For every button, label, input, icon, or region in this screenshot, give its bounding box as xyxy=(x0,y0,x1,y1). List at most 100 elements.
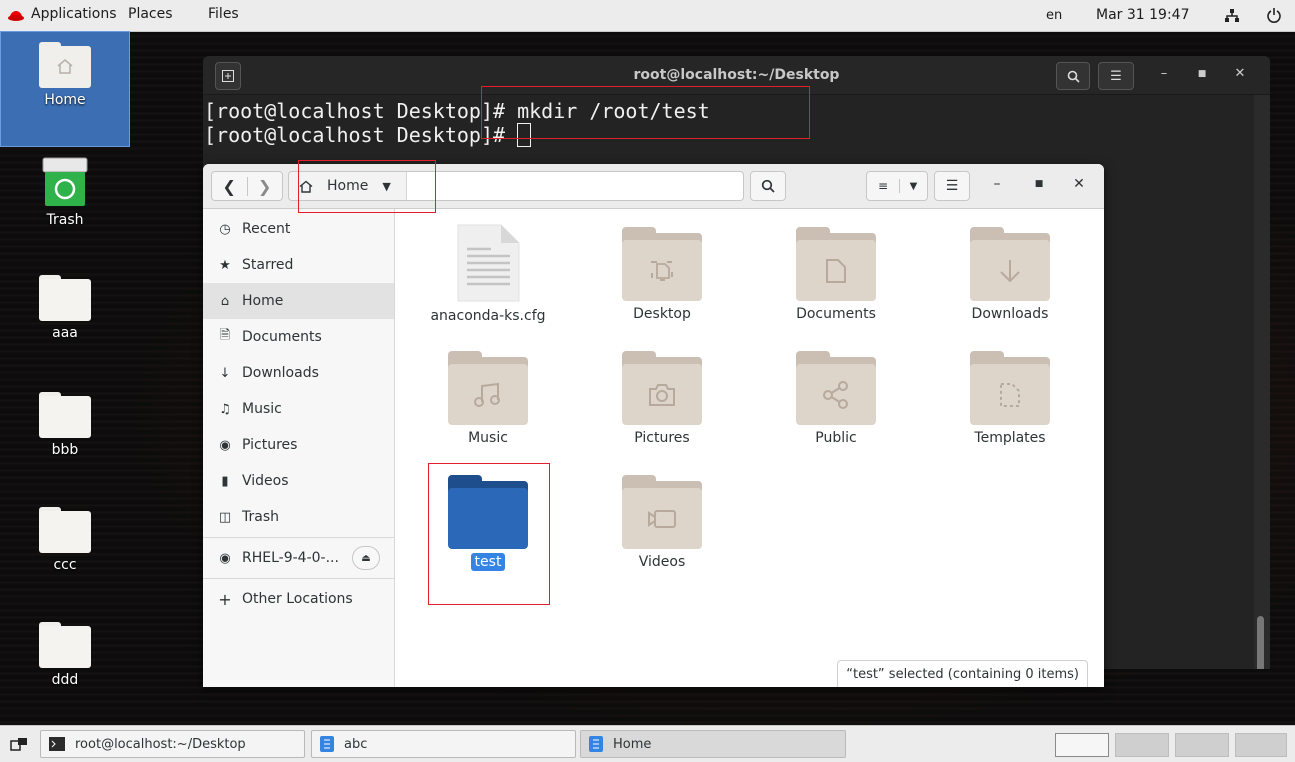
home-icon: ⌂ xyxy=(220,293,230,309)
document-icon: 🗎 xyxy=(219,328,231,343)
list-view-icon[interactable]: ≡ xyxy=(867,179,900,193)
network-icon[interactable] xyxy=(1224,8,1240,24)
applications-menu[interactable]: Applications xyxy=(31,6,117,22)
trash-icon: ◫ xyxy=(218,509,232,525)
files-window[interactable]: ❮ ❯ Home ▼ ≡ ▼ ☰ – ■ ✕ ◷ Recent ★ Starred … xyxy=(203,164,1104,687)
desktop-icon-home[interactable]: Home xyxy=(0,31,130,147)
path-bar[interactable]: Home ▼ xyxy=(288,171,744,201)
sidebar-item-recent[interactable]: ◷ Recent xyxy=(203,211,394,247)
workspace-3[interactable] xyxy=(1175,733,1229,757)
desktop-icon-label: ddd xyxy=(51,672,79,688)
star-icon: ★ xyxy=(219,257,231,273)
task-label: Home xyxy=(613,736,652,752)
music-folder-icon xyxy=(448,351,528,425)
sidebar-item-label: Documents xyxy=(242,329,322,345)
sidebar-item-downloads[interactable]: ↓ Downloads xyxy=(203,355,394,391)
sidebar-item-label: Home xyxy=(242,293,284,309)
home-icon xyxy=(299,180,313,193)
task-terminal[interactable]: root@localhost:~/Desktop xyxy=(40,730,305,758)
file-manager-icon xyxy=(320,736,334,752)
forward-button[interactable]: ❯ xyxy=(248,177,283,196)
terminal-search-button[interactable] xyxy=(1056,62,1090,90)
places-menu[interactable]: Places xyxy=(128,6,173,22)
file-item-pictures[interactable]: Pictures xyxy=(575,351,749,447)
terminal-cursor xyxy=(517,123,532,147)
sidebar-item-starred[interactable]: ★ Starred xyxy=(203,247,394,283)
nav-buttons: ❮ ❯ xyxy=(211,171,283,201)
sidebar-item-pictures[interactable]: ◉ Pictures xyxy=(203,427,394,463)
file-name: Public xyxy=(815,430,857,446)
disc-icon: ◉ xyxy=(219,550,231,566)
file-item-anaconda-ks[interactable]: anaconda-ks.cfg xyxy=(401,223,575,325)
workspace-1[interactable] xyxy=(1055,733,1109,757)
eject-button[interactable]: ⏏ xyxy=(352,546,380,570)
chevron-down-icon: ▼ xyxy=(382,179,391,193)
file-item-videos[interactable]: Videos xyxy=(575,475,749,571)
file-name: Music xyxy=(468,430,508,446)
show-desktop-icon[interactable] xyxy=(10,737,28,751)
file-item-documents[interactable]: Documents xyxy=(749,227,923,323)
path-home-button[interactable]: Home ▼ xyxy=(289,172,407,200)
desktop-icon-ccc[interactable]: ccc xyxy=(1,507,129,573)
back-button[interactable]: ❮ xyxy=(212,176,248,196)
task-abc[interactable]: abc xyxy=(311,730,576,758)
workspace-2[interactable] xyxy=(1115,733,1169,757)
terminal-scrollbar[interactable] xyxy=(1257,616,1264,669)
sidebar-item-home[interactable]: ⌂ Home xyxy=(203,283,394,319)
desktop-icon-bbb[interactable]: bbb xyxy=(1,392,129,458)
file-grid[interactable]: anaconda-ks.cfg Desktop Documents Downlo… xyxy=(395,209,1104,687)
power-icon[interactable] xyxy=(1266,7,1282,23)
close-button[interactable]: ✕ xyxy=(1069,176,1089,192)
sidebar-item-label: Starred xyxy=(242,257,294,273)
task-home[interactable]: Home xyxy=(580,730,846,758)
clock[interactable]: Mar 31 19:47 xyxy=(1096,7,1189,23)
file-name: Videos xyxy=(638,554,686,570)
files-search-button[interactable] xyxy=(750,171,786,201)
maximize-button[interactable]: ■ xyxy=(1029,179,1049,189)
sidebar-item-rhel-disc[interactable]: ◉ RHEL-9-4-0-... ⏏ xyxy=(203,540,394,576)
templates-folder-icon xyxy=(970,351,1050,425)
minimize-button[interactable]: – xyxy=(987,176,1007,192)
maximize-button[interactable]: ■ xyxy=(1193,69,1211,87)
desktop-icon-trash[interactable]: Trash xyxy=(1,156,129,228)
view-options-chevron-icon[interactable]: ▼ xyxy=(900,181,927,192)
redhat-logo-icon xyxy=(8,11,24,21)
sidebar-item-music[interactable]: ♫ Music xyxy=(203,391,394,427)
file-item-downloads[interactable]: Downloads xyxy=(923,227,1097,323)
top-bar: Applications Places Files en Mar 31 19:4… xyxy=(0,0,1295,32)
task-label: root@localhost:~/Desktop xyxy=(75,736,246,752)
workspace-4[interactable] xyxy=(1235,733,1287,757)
desktop-icon-label: aaa xyxy=(52,325,78,341)
status-bar: “test” selected (containing 0 items) xyxy=(837,660,1088,687)
clock-icon: ◷ xyxy=(219,221,231,237)
file-item-test[interactable]: test xyxy=(401,475,575,571)
language-indicator[interactable]: en xyxy=(1046,8,1062,23)
minimize-button[interactable]: – xyxy=(1155,66,1173,84)
camera-icon: ◉ xyxy=(219,437,231,453)
desktop-icon-aaa[interactable]: aaa xyxy=(1,275,129,341)
terminal-prompt: [root@localhost Desktop]# xyxy=(204,123,518,147)
text-file-icon xyxy=(457,224,520,302)
files-menu-button[interactable]: ☰ xyxy=(934,171,970,201)
file-item-templates[interactable]: Templates xyxy=(923,351,1097,447)
file-item-public[interactable]: Public xyxy=(749,351,923,447)
folder-icon xyxy=(39,275,91,321)
close-button[interactable]: ✕ xyxy=(1231,66,1249,84)
files-app-menu[interactable]: Files xyxy=(208,6,239,22)
trash-bin-icon xyxy=(42,157,88,206)
plus-icon: + xyxy=(218,589,232,609)
documents-folder-icon xyxy=(796,227,876,301)
files-header[interactable]: ❮ ❯ Home ▼ ≡ ▼ ☰ – ■ ✕ xyxy=(203,164,1104,209)
sidebar-item-videos[interactable]: ▮ Videos xyxy=(203,463,394,499)
terminal-header[interactable]: root@localhost:~/Desktop ☰ – ■ ✕ xyxy=(203,56,1270,95)
sidebar-item-documents[interactable]: 🗎 Documents xyxy=(203,319,394,355)
desktop-icon-ddd[interactable]: ddd xyxy=(1,622,129,688)
sidebar-item-trash[interactable]: ◫ Trash xyxy=(203,499,394,535)
sidebar-item-label: RHEL-9-4-0-... xyxy=(242,550,339,566)
file-item-music[interactable]: Music xyxy=(401,351,575,447)
file-item-desktop[interactable]: Desktop xyxy=(575,227,749,323)
terminal-menu-button[interactable]: ☰ xyxy=(1098,62,1134,90)
sidebar-item-other-locations[interactable]: + Other Locations xyxy=(203,581,394,617)
file-name: Documents xyxy=(796,306,876,322)
file-name: Downloads xyxy=(971,306,1049,322)
